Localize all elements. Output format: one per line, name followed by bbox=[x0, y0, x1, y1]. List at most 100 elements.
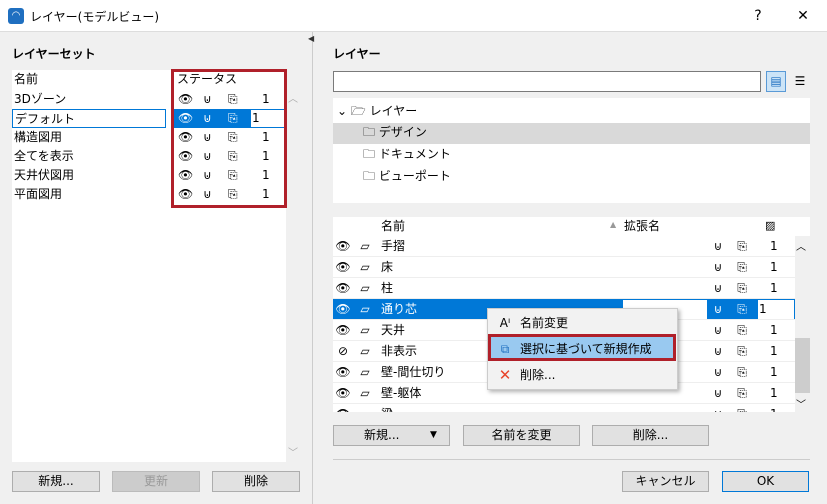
panel-splitter[interactable] bbox=[312, 32, 313, 504]
pen-number: 1 bbox=[770, 404, 778, 412]
layer-name: 手摺 bbox=[381, 239, 406, 253]
left-scrollbar[interactable]: ︿ ﹀ bbox=[286, 70, 300, 462]
tree-item-viewport[interactable]: 🗀 ビューポート bbox=[363, 167, 451, 186]
close-button[interactable]: ✕ bbox=[788, 4, 818, 28]
menu-item-rename[interactable]: Aᴵ 名前変更 bbox=[490, 311, 675, 335]
pen-number: 1 bbox=[770, 323, 778, 337]
pen-number: 1 bbox=[770, 344, 778, 358]
pen-number: 1 bbox=[770, 260, 778, 274]
menu-item-label: 名前変更 bbox=[520, 316, 569, 330]
folder-page-icon[interactable]: ⎘ bbox=[734, 383, 750, 404]
column-header-name: 名前 bbox=[381, 219, 406, 233]
app-icon: ◠ bbox=[8, 8, 24, 24]
folder-page-icon[interactable]: ⎘ bbox=[734, 278, 750, 299]
scroll-up-icon[interactable]: ︿ bbox=[796, 238, 806, 253]
layer-plane-icon: ▱ bbox=[360, 344, 370, 358]
layer-folder-tree[interactable]: ⌄ 🗁 レイヤー 🗀 デザイン 🗀 ドキュメント 🗀 ビューポート bbox=[333, 98, 810, 203]
eye-icon[interactable]: 👁 bbox=[335, 278, 351, 299]
layer-plane-icon: ▱ bbox=[360, 302, 370, 316]
tree-item-design[interactable]: 🗀 デザイン bbox=[333, 123, 810, 144]
tree-root[interactable]: ⌄ 🗁 レイヤー bbox=[337, 102, 417, 121]
menu-item-label: 削除... bbox=[520, 368, 556, 382]
list-view-icon[interactable]: ☰ bbox=[790, 71, 810, 92]
layer-set-name: 天井伏図用 bbox=[14, 168, 75, 182]
layer-set-name: 3Dゾーン bbox=[14, 92, 67, 106]
rename-icon: Aᴵ bbox=[499, 316, 511, 330]
folder-page-icon[interactable]: ⎘ bbox=[734, 257, 750, 278]
layer-set-heading: レイヤーセット bbox=[12, 47, 96, 61]
new-layer-button[interactable]: 新規... ▼ bbox=[333, 425, 450, 446]
help-button[interactable]: ? bbox=[743, 4, 773, 28]
unlock-icon[interactable]: ⊍ bbox=[710, 320, 726, 341]
cancel-button[interactable]: キャンセル bbox=[622, 471, 709, 492]
tree-view-icon[interactable]: ▤ bbox=[766, 71, 786, 92]
title-bar: ◠ レイヤー(モデルビュー) ? ✕ bbox=[0, 0, 827, 32]
layer-row[interactable]: 👁 ▱ 梁 ⊍ ⎘ 1 bbox=[333, 404, 795, 412]
folder-page-icon[interactable]: ⎘ bbox=[734, 404, 750, 412]
eye-icon[interactable]: 👁 bbox=[335, 383, 351, 404]
layer-plane-icon: ▱ bbox=[357, 404, 373, 412]
ok-button[interactable]: OK bbox=[722, 471, 809, 492]
eye-hidden-icon[interactable]: ⊘ bbox=[335, 341, 351, 362]
unlock-icon[interactable]: ⊍ bbox=[710, 383, 726, 404]
unlock-icon[interactable]: ⊍ bbox=[710, 278, 726, 299]
layer-set-name: デフォルト bbox=[12, 109, 166, 128]
folder-page-icon[interactable]: ⎘ bbox=[734, 320, 750, 341]
folder-icon: 🗀 bbox=[363, 125, 379, 139]
layer-name: 床 bbox=[381, 260, 394, 274]
pen-number: 1 bbox=[770, 365, 778, 379]
new-layer-label: 新規... bbox=[364, 428, 400, 442]
folder-page-icon[interactable]: ⎘ bbox=[734, 362, 750, 383]
tree-root-label: レイヤー bbox=[369, 104, 418, 118]
scroll-down-icon[interactable]: ﹀ bbox=[796, 396, 806, 411]
chevron-down-icon: ⌄ 🗁 bbox=[337, 104, 370, 118]
folder-page-icon[interactable]: ⎘ bbox=[734, 236, 750, 257]
new-layer-set-button[interactable]: 新規... bbox=[12, 471, 100, 492]
layer-name: 柱 bbox=[381, 281, 394, 295]
scroll-up-icon[interactable]: ︿ bbox=[288, 90, 298, 105]
sort-ascending-icon: ▲ bbox=[610, 220, 617, 229]
unlock-icon[interactable]: ⊍ bbox=[710, 236, 726, 257]
update-layer-set-button[interactable]: 更新 bbox=[112, 471, 200, 492]
pen-number: 1 bbox=[770, 239, 778, 253]
unlock-icon[interactable]: ⊍ bbox=[710, 299, 726, 320]
layer-name: 壁-躯体 bbox=[381, 386, 422, 400]
dropdown-arrow-icon[interactable]: ▼ bbox=[430, 426, 437, 445]
layer-plane-icon: ▱ bbox=[360, 281, 370, 295]
unlock-icon[interactable]: ⊍ bbox=[710, 257, 726, 278]
unlock-icon[interactable]: ⊍ bbox=[710, 404, 726, 412]
eye-icon[interactable]: 👁 bbox=[335, 299, 351, 320]
folder-page-icon[interactable]: ⎘ bbox=[734, 299, 750, 320]
unlock-icon[interactable]: ⊍ bbox=[710, 362, 726, 383]
rename-layer-button[interactable]: 名前を変更 bbox=[463, 425, 580, 446]
tree-item-label: ドキュメント bbox=[378, 147, 451, 161]
eye-icon[interactable]: 👁 bbox=[335, 320, 351, 341]
tree-item-document[interactable]: 🗀 ドキュメント bbox=[363, 145, 451, 164]
folder-page-icon[interactable]: ⎘ bbox=[734, 341, 750, 362]
layer-row[interactable]: 👁 ▱ 床 ⊍ ⎘ 1 bbox=[333, 257, 795, 278]
eye-icon[interactable]: 👁 bbox=[335, 257, 351, 278]
eye-icon[interactable]: 👁 bbox=[335, 362, 351, 383]
layer-row[interactable]: 👁 ▱ 柱 ⊍ ⎘ 1 bbox=[333, 278, 795, 299]
layer-plane-icon: ▱ bbox=[360, 365, 370, 379]
layer-table-scrollbar[interactable]: ︿ ﹀ bbox=[795, 236, 810, 412]
scroll-down-icon[interactable]: ﹀ bbox=[288, 444, 298, 459]
layer-plane-icon: ▱ bbox=[360, 323, 370, 337]
column-header-extension: 拡張名 bbox=[624, 219, 661, 233]
layer-heading: レイヤー bbox=[333, 47, 381, 61]
scroll-thumb[interactable] bbox=[795, 338, 810, 393]
unlock-icon[interactable]: ⊍ bbox=[710, 341, 726, 362]
eye-icon[interactable]: 👁 bbox=[335, 236, 351, 257]
pen-column-icon: ▨ bbox=[765, 219, 776, 232]
collapse-icon[interactable]: ◀ bbox=[308, 34, 314, 43]
folder-icon: 🗀 bbox=[363, 169, 379, 183]
delete-layer-set-button[interactable]: 削除 bbox=[212, 471, 300, 492]
pen-number[interactable]: 1 bbox=[758, 300, 794, 319]
layer-search-input[interactable] bbox=[333, 71, 761, 92]
layer-name: 天井 bbox=[381, 323, 406, 337]
tree-item-label: デザイン bbox=[378, 125, 427, 139]
menu-item-delete[interactable]: ✕ 削除... bbox=[490, 363, 675, 387]
delete-layer-button[interactable]: 削除... bbox=[592, 425, 709, 446]
layer-row[interactable]: 👁 ▱ 手摺 ⊍ ⎘ 1 bbox=[333, 236, 795, 257]
eye-icon[interactable]: 👁 bbox=[335, 404, 351, 412]
